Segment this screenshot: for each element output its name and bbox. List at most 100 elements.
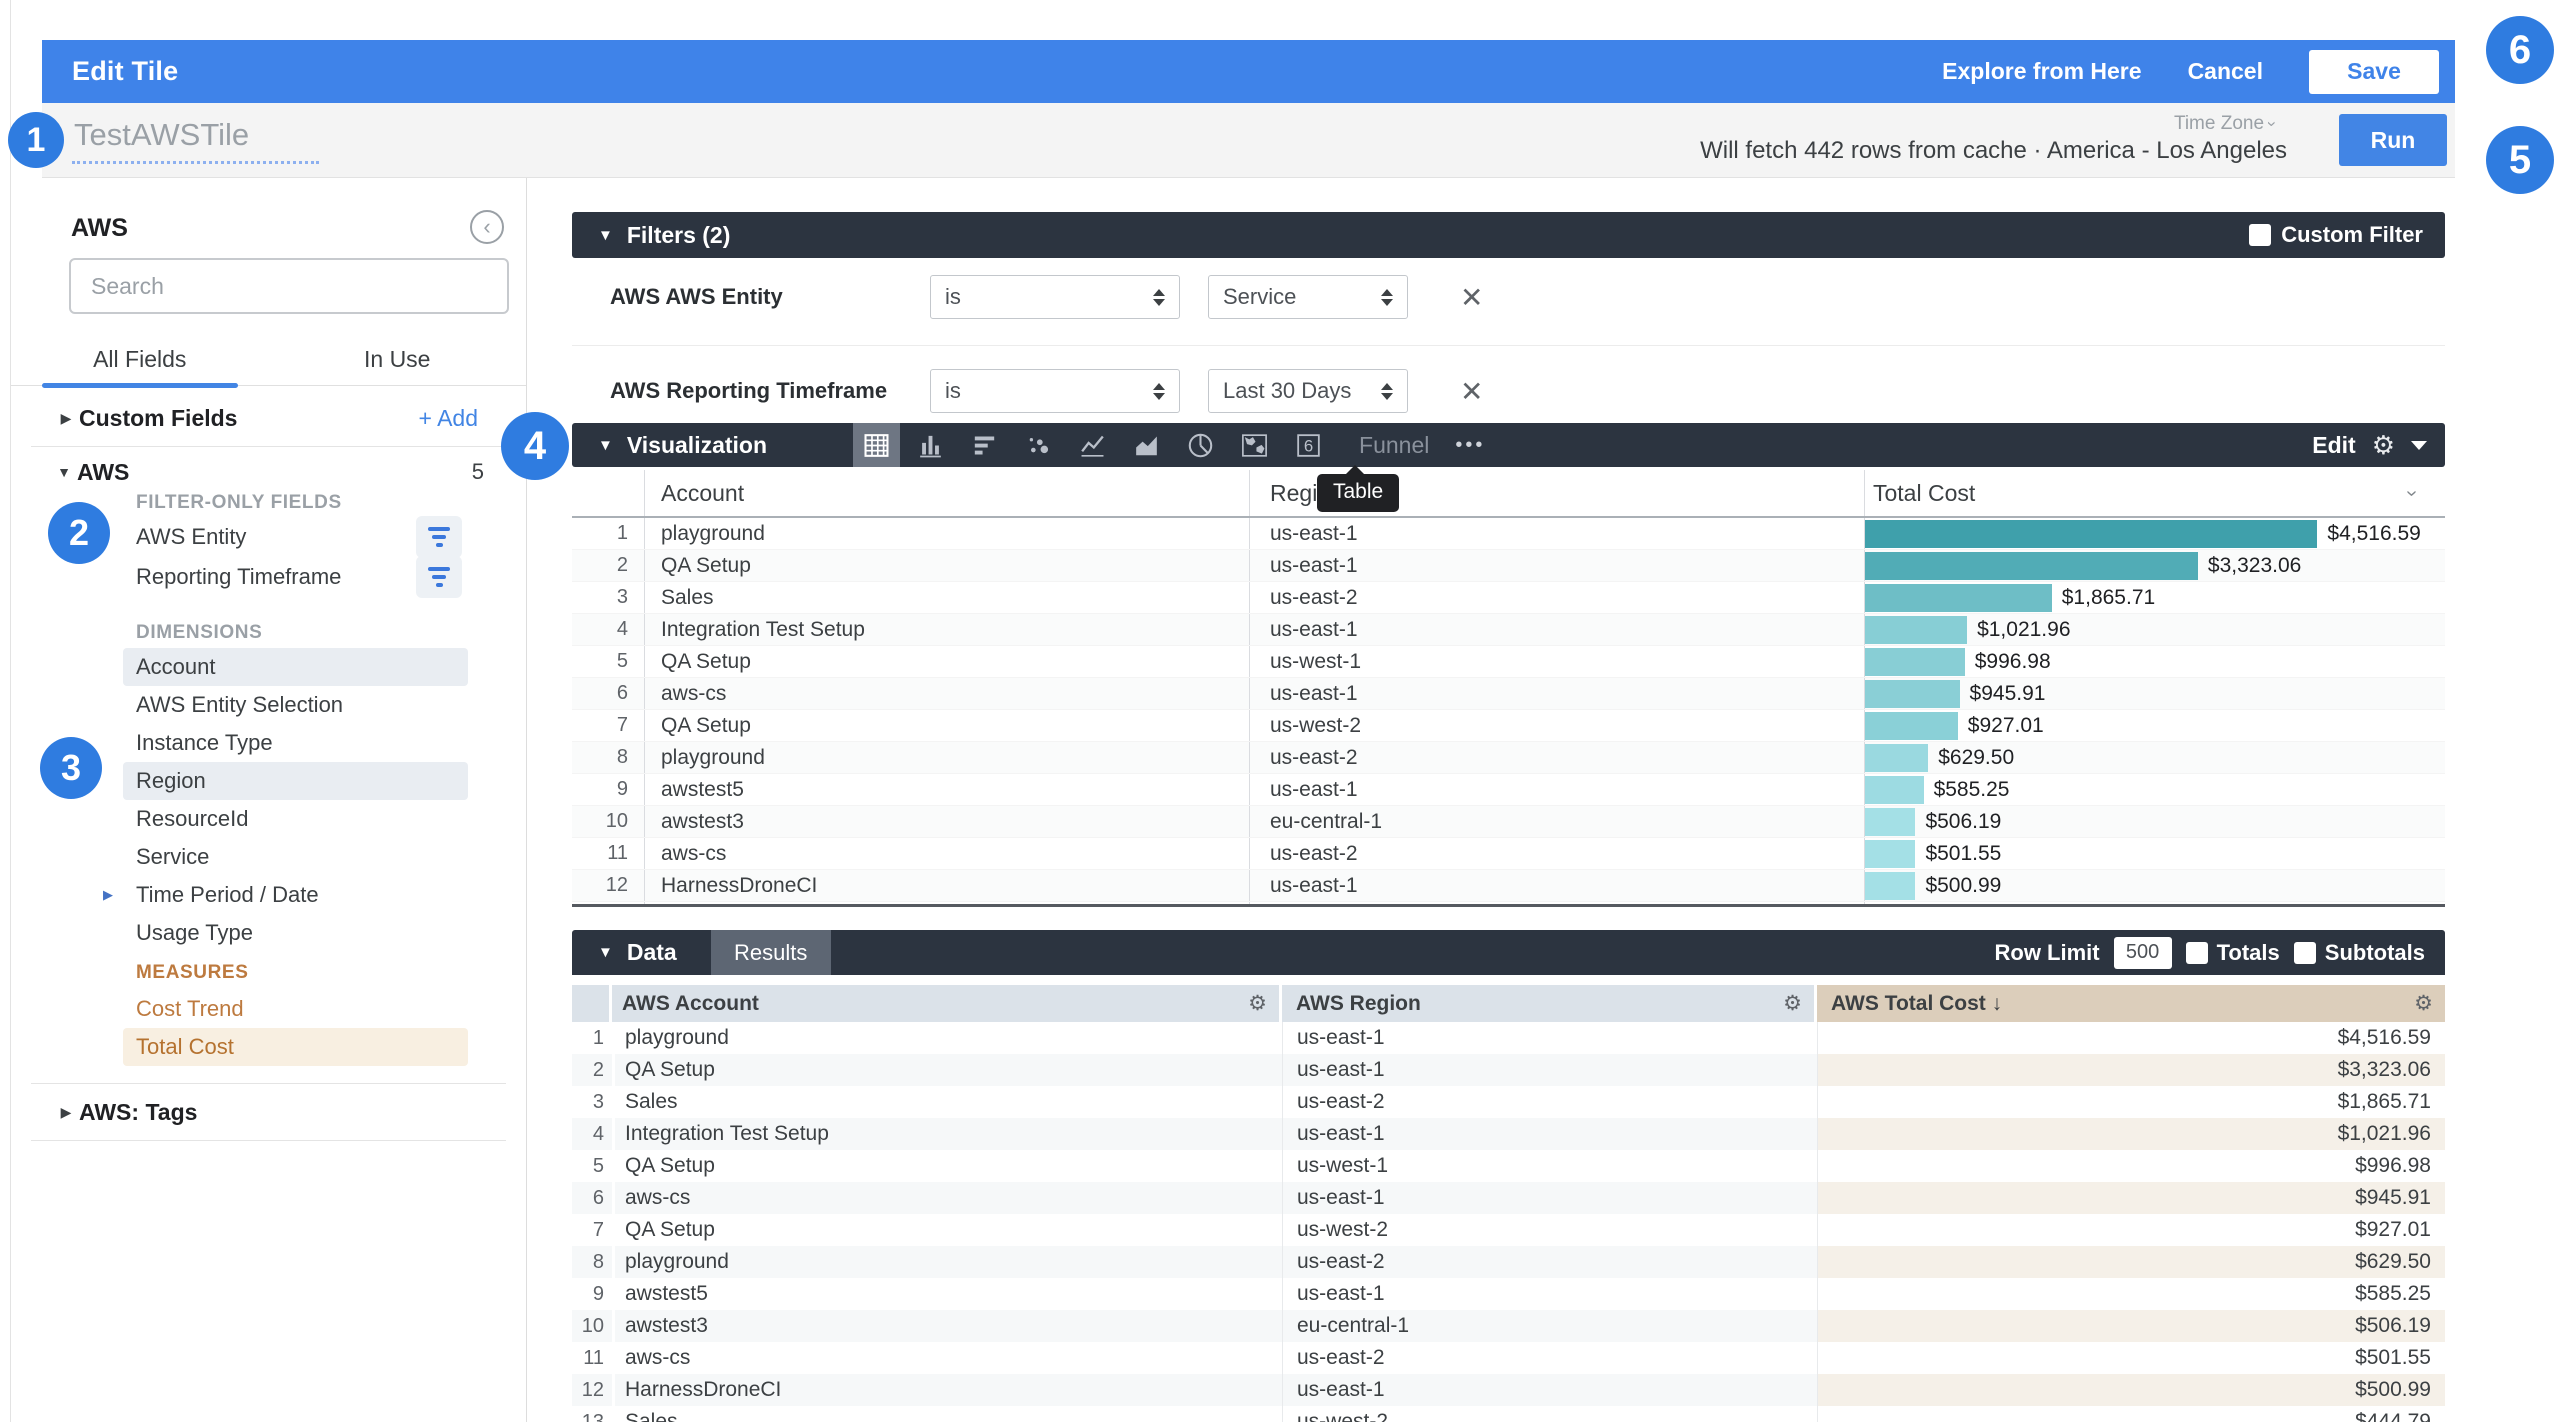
viz-table-row[interactable]: 9awstest5us-east-1$585.25: [572, 774, 2445, 806]
cell-aws-total-cost[interactable]: $996.98: [1817, 1150, 2445, 1182]
cell-aws-total-cost[interactable]: $1,021.96: [1817, 1118, 2445, 1150]
filters-section-bar[interactable]: ▼ Filters (2) Custom Filter: [572, 212, 2445, 258]
cell-total-cost[interactable]: $444.79: [1864, 902, 2445, 907]
viz-type-pie-icon[interactable]: [1177, 423, 1224, 467]
run-button[interactable]: Run: [2339, 114, 2447, 166]
cell-region[interactable]: us-west-1: [1249, 646, 1864, 677]
cell-account[interactable]: aws-cs: [644, 678, 1249, 709]
viz-table-row[interactable]: 5QA Setupus-west-1$996.98: [572, 646, 2445, 678]
cell-aws-account[interactable]: HarnessDroneCI: [612, 1374, 1282, 1406]
dimension-item[interactable]: Region: [123, 762, 468, 800]
viz-edit-button[interactable]: Edit: [2312, 432, 2355, 459]
viz-type-column-icon[interactable]: [907, 423, 954, 467]
remove-filter-icon[interactable]: ✕: [1460, 375, 1483, 408]
dimension-item[interactable]: Instance Type: [123, 724, 468, 762]
cell-total-cost[interactable]: $1,021.96: [1864, 614, 2445, 645]
viz-table-row[interactable]: 11aws-csus-east-2$501.55: [572, 838, 2445, 870]
cell-aws-region[interactable]: us-east-1: [1282, 1118, 1817, 1150]
dimension-item[interactable]: Account: [123, 648, 468, 686]
data-table-row[interactable]: 1playgroundus-east-1$4,516.59: [572, 1022, 2445, 1054]
cell-aws-total-cost[interactable]: $500.99: [1817, 1374, 2445, 1406]
cell-account[interactable]: aws-cs: [644, 838, 1249, 869]
viz-table-row[interactable]: 4Integration Test Setupus-east-1$1,021.9…: [572, 614, 2445, 646]
add-custom-field-button[interactable]: + Add: [419, 405, 478, 432]
cell-account[interactable]: awstest5: [644, 774, 1249, 805]
cell-account[interactable]: Sales: [644, 582, 1249, 613]
cell-aws-region[interactable]: us-west-2: [1282, 1214, 1817, 1246]
filter-value-select[interactable]: Last 30 Days: [1208, 369, 1408, 413]
collapse-sidebar-icon[interactable]: ‹: [470, 210, 504, 244]
cell-aws-region[interactable]: us-east-1: [1282, 1374, 1817, 1406]
viz-type-single-value-icon[interactable]: 6: [1285, 423, 1332, 467]
data-table-row[interactable]: 11aws-csus-east-2$501.55: [572, 1342, 2445, 1374]
cell-account[interactable]: QA Setup: [644, 550, 1249, 581]
filter-operator-select[interactable]: is: [930, 275, 1180, 319]
data-table-row[interactable]: 9awstest5us-east-1$585.25: [572, 1278, 2445, 1310]
cell-total-cost[interactable]: $945.91: [1864, 678, 2445, 709]
cell-aws-account[interactable]: awstest5: [612, 1278, 1282, 1310]
filter-operator-select[interactable]: is: [930, 369, 1180, 413]
gear-icon[interactable]: ⚙: [1248, 991, 1267, 1016]
gear-icon[interactable]: ⚙: [1783, 991, 1802, 1016]
viz-type-map-icon[interactable]: [1231, 423, 1278, 467]
cell-aws-total-cost[interactable]: $927.01: [1817, 1214, 2445, 1246]
viz-table-row[interactable]: 12HarnessDroneCIus-east-1$500.99: [572, 870, 2445, 902]
cell-region[interactable]: us-west-2: [1249, 710, 1864, 741]
viz-table-row[interactable]: 3Salesus-east-2$1,865.71: [572, 582, 2445, 614]
cell-region[interactable]: us-west-2: [1249, 902, 1864, 907]
cell-total-cost[interactable]: $500.99: [1864, 870, 2445, 901]
cell-region[interactable]: us-east-1: [1249, 678, 1864, 709]
aws-tags-group-row[interactable]: ▶ AWS: Tags: [11, 1090, 526, 1134]
cell-aws-total-cost[interactable]: $444.79: [1817, 1406, 2445, 1422]
data-table-row[interactable]: 10awstest3eu-central-1$506.19: [572, 1310, 2445, 1342]
cell-aws-region[interactable]: us-east-1: [1282, 1182, 1817, 1214]
data-table-row[interactable]: 2QA Setupus-east-1$3,323.06: [572, 1054, 2445, 1086]
cell-aws-account[interactable]: Sales: [612, 1406, 1282, 1422]
data-table-row[interactable]: 4Integration Test Setupus-east-1$1,021.9…: [572, 1118, 2445, 1150]
viz-table-row[interactable]: 10awstest3eu-central-1$506.19: [572, 806, 2445, 838]
tab-results[interactable]: Results: [711, 930, 831, 975]
cell-account[interactable]: Integration Test Setup: [644, 614, 1249, 645]
tile-name-input[interactable]: TestAWSTile: [72, 117, 319, 164]
tab-in-use[interactable]: In Use: [269, 338, 527, 385]
dimension-item[interactable]: ResourceId: [123, 800, 468, 838]
cell-total-cost[interactable]: $996.98: [1864, 646, 2445, 677]
cell-region[interactable]: us-east-2: [1249, 742, 1864, 773]
gear-icon[interactable]: ⚙: [2372, 430, 2395, 461]
cell-aws-total-cost[interactable]: $4,516.59: [1817, 1022, 2445, 1054]
cell-aws-region[interactable]: us-east-2: [1282, 1342, 1817, 1374]
totals-checkbox[interactable]: [2186, 942, 2208, 964]
cell-total-cost[interactable]: $506.19: [1864, 806, 2445, 837]
data-table-row[interactable]: 13Salesus-west-2$444.79: [572, 1406, 2445, 1422]
cell-aws-account[interactable]: awstest3: [612, 1310, 1282, 1342]
dimension-item[interactable]: AWS Entity Selection: [123, 686, 468, 724]
subtotals-checkbox[interactable]: [2294, 942, 2316, 964]
cell-region[interactable]: us-east-1: [1249, 870, 1864, 901]
cell-aws-account[interactable]: playground: [612, 1022, 1282, 1054]
cell-aws-region[interactable]: us-east-2: [1282, 1086, 1817, 1118]
cell-aws-account[interactable]: playground: [612, 1246, 1282, 1278]
cell-account[interactable]: Sales: [644, 902, 1249, 907]
cell-total-cost[interactable]: $4,516.59: [1864, 518, 2445, 549]
custom-filter-toggle[interactable]: Custom Filter: [2249, 222, 2423, 248]
cell-aws-total-cost[interactable]: $945.91: [1817, 1182, 2445, 1214]
cell-total-cost[interactable]: $927.01: [1864, 710, 2445, 741]
viz-type-funnel[interactable]: Funnel: [1359, 432, 1429, 459]
data-table-row[interactable]: 3Salesus-east-2$1,865.71: [572, 1086, 2445, 1118]
chevron-down-icon[interactable]: ›: [2400, 490, 2423, 497]
cell-aws-total-cost[interactable]: $585.25: [1817, 1278, 2445, 1310]
cell-region[interactable]: us-east-1: [1249, 774, 1864, 805]
filter-icon[interactable]: [416, 556, 462, 598]
data-table-row[interactable]: 7QA Setupus-west-2$927.01: [572, 1214, 2445, 1246]
cell-aws-total-cost[interactable]: $3,323.06: [1817, 1054, 2445, 1086]
save-button[interactable]: Save: [2309, 50, 2439, 94]
cell-account[interactable]: playground: [644, 518, 1249, 549]
data-table-row[interactable]: 5QA Setupus-west-1$996.98: [572, 1150, 2445, 1182]
viz-table-row[interactable]: 7QA Setupus-west-2$927.01: [572, 710, 2445, 742]
data-table-row[interactable]: 12HarnessDroneCIus-east-1$500.99: [572, 1374, 2445, 1406]
cell-aws-account[interactable]: aws-cs: [612, 1182, 1282, 1214]
viz-table-row[interactable]: 8playgroundus-east-2$629.50: [572, 742, 2445, 774]
data-table-row[interactable]: 8playgroundus-east-2$629.50: [572, 1246, 2445, 1278]
cell-aws-account[interactable]: QA Setup: [612, 1054, 1282, 1086]
explore-from-here-link[interactable]: Explore from Here: [1942, 58, 2141, 85]
